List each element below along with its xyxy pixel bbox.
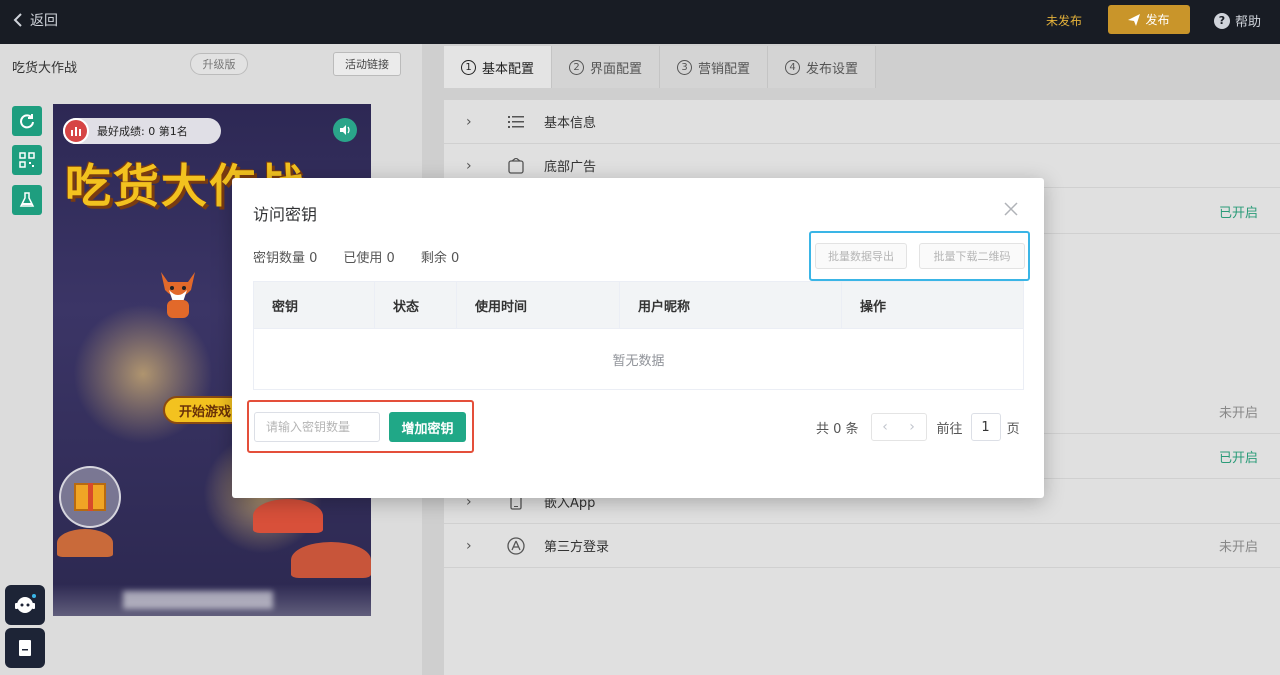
stat-used: 已使用 0 bbox=[343, 251, 395, 266]
add-key-button[interactable]: 增加密钥 bbox=[389, 412, 466, 442]
tab-label: 界面配置 bbox=[590, 61, 643, 77]
tab-label: 发布设置 bbox=[806, 61, 859, 77]
column-header: 操作 bbox=[860, 300, 887, 315]
blurred-footer-text bbox=[123, 591, 273, 609]
help-button[interactable]: ? 帮助 bbox=[1214, 11, 1261, 30]
tab-basic-config[interactable]: 1 基本配置 bbox=[444, 46, 553, 88]
gift-button[interactable] bbox=[59, 466, 121, 528]
refresh-tool-button[interactable] bbox=[12, 106, 42, 136]
publish-status: 未发布 bbox=[1046, 14, 1083, 28]
row-status: 未开启 bbox=[1218, 406, 1258, 421]
column-header: 状态 bbox=[375, 282, 457, 329]
bulk-download-qr-button[interactable]: 批量下载二维码 bbox=[919, 243, 1025, 269]
chevron-right-icon: › bbox=[466, 537, 472, 554]
access-key-dialog: 访问密钥 密钥数量 0 已使用 0 剩余 0 批量数据导出 批量下载二维码 密钥… bbox=[232, 178, 1044, 498]
stat-remaining: 剩余 0 bbox=[420, 251, 460, 266]
stat-total: 密钥数量 0 bbox=[253, 251, 318, 266]
tab-number: 2 bbox=[569, 59, 585, 75]
chevron-right-icon: › bbox=[466, 157, 472, 174]
publish-button[interactable]: 发布 bbox=[1108, 5, 1190, 34]
tab-label: 营销配置 bbox=[698, 61, 751, 77]
close-icon[interactable] bbox=[1003, 201, 1019, 217]
send-icon bbox=[1128, 13, 1141, 26]
upgrade-badge[interactable]: 升级版 bbox=[190, 53, 248, 75]
row-status: 已开启 bbox=[1218, 451, 1258, 466]
best-score-text: 最好成绩: 0 第1名 bbox=[97, 125, 188, 138]
row-label: 基本信息 bbox=[544, 116, 597, 131]
settings-row-third-party-login[interactable]: › 第三方登录 未开启 bbox=[444, 524, 1280, 568]
gift-icon bbox=[74, 483, 106, 511]
tab-ui-config[interactable]: 2 界面配置 bbox=[552, 46, 661, 88]
bulk-export-button[interactable]: 批量数据导出 bbox=[815, 243, 907, 269]
top-bar: 返回 未发布 发布 ? 帮助 bbox=[0, 0, 1280, 44]
add-key-highlight: 增加密钥 bbox=[247, 400, 474, 453]
column-header: 密钥 bbox=[254, 282, 375, 329]
key-count-input[interactable] bbox=[254, 412, 380, 442]
speaker-icon bbox=[340, 125, 350, 135]
flask-icon bbox=[19, 192, 35, 207]
column-header: 使用时间 bbox=[457, 282, 620, 329]
next-page-icon[interactable]: › bbox=[899, 414, 926, 440]
back-button[interactable]: 返回 bbox=[12, 10, 58, 30]
sound-toggle[interactable] bbox=[333, 118, 357, 142]
row-status: 已开启 bbox=[1218, 206, 1258, 221]
document-icon bbox=[19, 640, 31, 656]
refresh-icon bbox=[20, 114, 34, 129]
pager-suffix: 页 bbox=[1006, 421, 1020, 437]
mushroom-decoration bbox=[291, 542, 371, 578]
help-label: 帮助 bbox=[1235, 15, 1262, 30]
key-stats: 密钥数量 0 已使用 0 剩余 0 bbox=[253, 247, 459, 266]
list-icon bbox=[506, 112, 526, 132]
settings-row-basic-info[interactable]: › 基本信息 bbox=[444, 100, 1280, 144]
back-label: 返回 bbox=[30, 13, 58, 29]
preview-header: 吃货大作战 升级版 活动链接 bbox=[0, 44, 422, 86]
tab-publish-settings[interactable]: 4 发布设置 bbox=[768, 46, 877, 88]
publish-label: 发布 bbox=[1145, 13, 1170, 27]
app-name: 吃货大作战 bbox=[12, 61, 78, 76]
pagination: 共 0 条 ‹ › 前往 1 页 bbox=[816, 413, 1020, 441]
fox-character bbox=[161, 272, 195, 318]
pager-total: 共 0 条 bbox=[816, 421, 859, 437]
key-table: 密钥 状态 使用时间 用户昵称 操作 暂无数据 bbox=[253, 281, 1024, 390]
mushroom-decoration bbox=[253, 499, 323, 533]
chevron-right-icon: › bbox=[466, 113, 472, 130]
tab-number: 3 bbox=[677, 59, 693, 75]
page-number-input[interactable]: 1 bbox=[970, 413, 1001, 441]
column-header: 用户昵称 bbox=[620, 282, 842, 329]
bar-chart-icon bbox=[63, 118, 89, 144]
tab-marketing-config[interactable]: 3 营销配置 bbox=[660, 46, 769, 88]
tab-label: 基本配置 bbox=[482, 61, 535, 77]
qrcode-icon bbox=[19, 152, 35, 168]
config-tabs: 1 基本配置 2 界面配置 3 营销配置 4 发布设置 bbox=[444, 46, 877, 88]
dialog-title: 访问密钥 bbox=[253, 205, 318, 224]
headset-icon bbox=[15, 594, 36, 613]
activity-link-button[interactable]: 活动链接 bbox=[333, 52, 401, 76]
prev-page-icon[interactable]: ‹ bbox=[872, 414, 899, 440]
qrcode-tool-button[interactable] bbox=[12, 145, 42, 175]
pager-nav: ‹ › bbox=[870, 413, 927, 441]
help-icon: ? bbox=[1214, 12, 1230, 29]
tab-number: 4 bbox=[785, 59, 801, 75]
test-tool-button[interactable] bbox=[12, 185, 42, 215]
tab-number: 1 bbox=[461, 59, 476, 75]
app-store-icon bbox=[506, 536, 526, 556]
best-score-badge: 最好成绩: 0 第1名 bbox=[63, 118, 221, 144]
table-header: 密钥 状态 使用时间 用户昵称 操作 bbox=[254, 282, 1023, 329]
mushroom-decoration bbox=[57, 529, 113, 557]
row-label: 第三方登录 bbox=[544, 540, 610, 555]
chevron-left-icon bbox=[13, 13, 22, 27]
customer-service-button[interactable] bbox=[5, 585, 45, 625]
bulk-actions-highlight: 批量数据导出 批量下载二维码 bbox=[809, 231, 1030, 281]
notes-button[interactable] bbox=[5, 628, 45, 668]
row-status: 未开启 bbox=[1218, 540, 1258, 555]
ad-icon bbox=[506, 156, 526, 176]
empty-state: 暂无数据 bbox=[612, 353, 665, 369]
pager-goto-label: 前往 bbox=[936, 421, 963, 437]
row-label: 底部广告 bbox=[544, 160, 597, 175]
